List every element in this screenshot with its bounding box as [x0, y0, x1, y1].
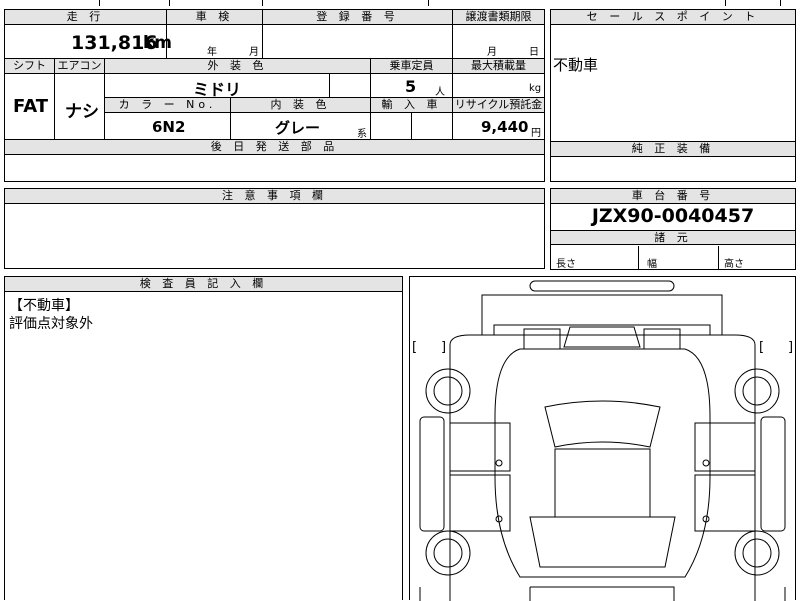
inspector-notes-header: 検 査 員 記 入 欄 [5, 277, 402, 292]
transfer-docs-cell: 月 日 [453, 25, 544, 59]
exterior-color-header: 外 装 色 [105, 59, 371, 74]
vehicle-info-table: 走 行 車 検 登 録 番 号 譲渡書類期限 131,816 km 年 月 月 … [4, 9, 545, 155]
capacity-cell: 5 人 [371, 74, 453, 98]
rear-parts-area [4, 154, 545, 182]
interior-color-value: グレー [275, 119, 321, 137]
dim-height: 高さ [724, 259, 744, 270]
transfer-day: 日 [529, 47, 539, 58]
import-cell-b [412, 113, 453, 140]
inspection-header: 車 検 [167, 10, 263, 25]
shift-header: シフト [5, 59, 55, 74]
aircon-value: ナシ [65, 102, 99, 122]
max-load-cell: kg [453, 74, 544, 98]
inspector-notes-panel: 検 査 員 記 入 欄 【不動車】 評価点対象外 [4, 276, 403, 600]
sales-point-text: 不動車 [553, 56, 599, 74]
mileage-cell: 131,816 km [5, 25, 172, 59]
top-strip [4, 0, 544, 6]
import-cell-a [371, 113, 412, 140]
interior-color-suffix: 系 [357, 129, 367, 140]
capacity-header: 乗車定員 [371, 59, 453, 74]
transfer-month: 月 [487, 47, 497, 58]
shift-value: FAT [13, 96, 49, 117]
transfer-docs-header: 譲渡書類期限 [453, 10, 544, 25]
exterior-color-extra [330, 74, 371, 98]
car-diagram-panel: [ ] [ ] [409, 276, 796, 600]
inspection-month: 月 [249, 47, 259, 58]
dim-length: 長さ [551, 246, 639, 270]
dimensions-header: 諸 元 [551, 230, 795, 245]
registration-cell [263, 25, 453, 59]
chassis-header: 車 台 番 号 [551, 189, 795, 204]
shift-cell: FAT [5, 74, 55, 140]
color-no-header: カ ラ ー No. [105, 98, 231, 113]
interior-color-cell: グレー 系 [231, 113, 371, 140]
import-header: 輸 入 車 [371, 98, 453, 113]
recycle-unit: 円 [531, 128, 541, 139]
max-load-unit: kg [529, 83, 542, 94]
car-outline-diagram [410, 277, 795, 601]
sales-point-panel: セ ー ル ス ポ イ ン ト 不動車 [550, 9, 796, 142]
capacity-value: 5 [405, 77, 417, 96]
recycle-header: リサイクル預託金 [453, 98, 544, 113]
chassis-value: JZX90-0040457 [591, 205, 755, 227]
registration-header: 登 録 番 号 [263, 10, 453, 25]
aircon-cell: ナシ [55, 74, 105, 140]
interior-color-header: 内 装 色 [231, 98, 371, 113]
sales-point-header: セ ー ル ス ポ イ ン ト [551, 10, 795, 25]
color-no-cell: 6N2 [105, 113, 231, 140]
inspector-note-line2: 評価点対象外 [9, 316, 93, 332]
notes-header: 注 意 事 項 欄 [5, 189, 544, 204]
notes-panel: 注 意 事 項 欄 [4, 188, 545, 269]
exterior-color-cell: ミドリ [105, 74, 330, 99]
inspector-note-line1: 【不動車】 [9, 298, 79, 314]
genuine-equipment-panel: 純 正 装 備 [550, 141, 796, 182]
recycle-value: 9,440 [481, 118, 529, 136]
max-load-header: 最大積載量 [453, 59, 544, 74]
inspection-cell: 年 月 [167, 25, 263, 59]
recycle-cell: 9,440 円 [453, 113, 544, 140]
exterior-color-value: ミドリ [193, 80, 242, 99]
color-no-value: 6N2 [152, 118, 186, 136]
inspection-year: 年 [207, 47, 217, 58]
mileage-header: 走 行 [5, 10, 167, 25]
dim-width: 幅 [639, 246, 719, 270]
capacity-unit: 人 [435, 87, 445, 98]
aircon-header: エアコン [55, 59, 105, 74]
genuine-equipment-header: 純 正 装 備 [551, 142, 795, 157]
rear-parts-header: 後 日 発 送 部 品 [5, 140, 544, 155]
chassis-panel: 車 台 番 号 JZX90-0040457 諸 元 長さ 幅 高さ [550, 188, 796, 270]
